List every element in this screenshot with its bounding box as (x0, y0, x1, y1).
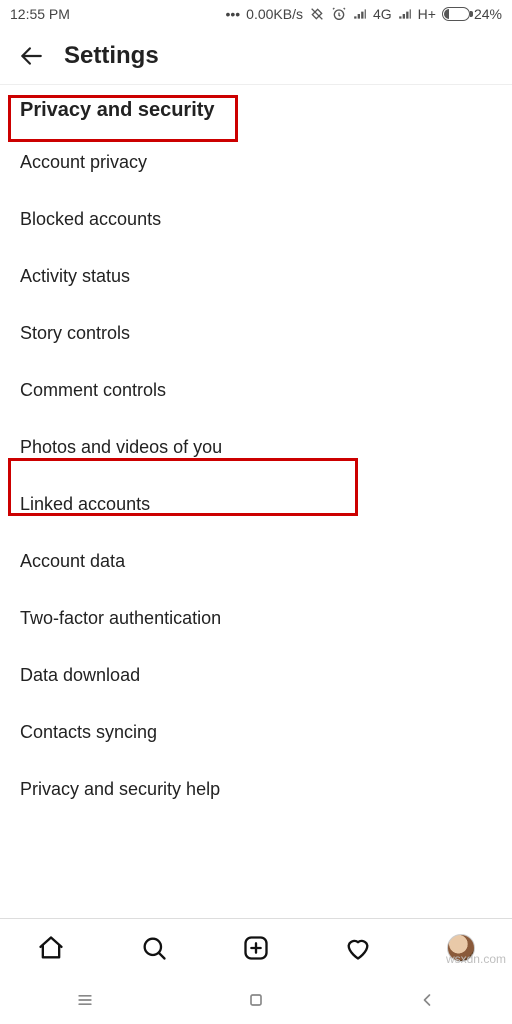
sysnav-home[interactable] (245, 989, 267, 1011)
system-nav-bar (0, 976, 512, 1024)
item-account-privacy[interactable]: Account privacy (0, 134, 512, 191)
status-bar: 12:55 PM ••• 0.00KB/s 4G H+ 24% (0, 0, 512, 28)
battery-indicator: 24% (442, 6, 502, 22)
item-privacy-security-help[interactable]: Privacy and security help (0, 761, 512, 818)
mute-icon (309, 6, 325, 22)
item-contacts-syncing[interactable]: Contacts syncing (0, 704, 512, 761)
status-time: 12:55 PM (10, 6, 70, 22)
item-blocked-accounts[interactable]: Blocked accounts (0, 191, 512, 248)
tab-add-post[interactable] (241, 933, 271, 963)
watermark: wsxdn.com (446, 952, 506, 966)
sysnav-back[interactable] (416, 989, 438, 1011)
status-signal-1-label: 4G (373, 6, 392, 22)
item-linked-accounts[interactable]: Linked accounts (0, 476, 512, 533)
app-header: Settings (0, 28, 512, 85)
status-signal-2-label: H+ (418, 6, 436, 22)
tab-search[interactable] (139, 933, 169, 963)
item-story-controls[interactable]: Story controls (0, 305, 512, 362)
page-title: Settings (64, 42, 159, 70)
item-account-data[interactable]: Account data (0, 533, 512, 590)
sysnav-recent-apps[interactable] (74, 989, 96, 1011)
section-title-privacy-security: Privacy and security (0, 85, 512, 134)
battery-pct: 24% (474, 6, 502, 22)
status-net-speed: 0.00KB/s (246, 6, 303, 22)
item-activity-status[interactable]: Activity status (0, 248, 512, 305)
item-data-download[interactable]: Data download (0, 647, 512, 704)
signal-1-icon (353, 7, 367, 21)
dots-icon: ••• (225, 6, 240, 22)
tab-home[interactable] (36, 933, 66, 963)
item-two-factor-auth[interactable]: Two-factor authentication (0, 590, 512, 647)
item-comment-controls[interactable]: Comment controls (0, 362, 512, 419)
item-photos-videos-of-you[interactable]: Photos and videos of you (0, 419, 512, 476)
alarm-icon (331, 6, 347, 22)
bottom-tab-bar (0, 918, 512, 976)
signal-2-icon (398, 7, 412, 21)
tab-activity[interactable] (343, 933, 373, 963)
back-button[interactable] (18, 43, 44, 69)
